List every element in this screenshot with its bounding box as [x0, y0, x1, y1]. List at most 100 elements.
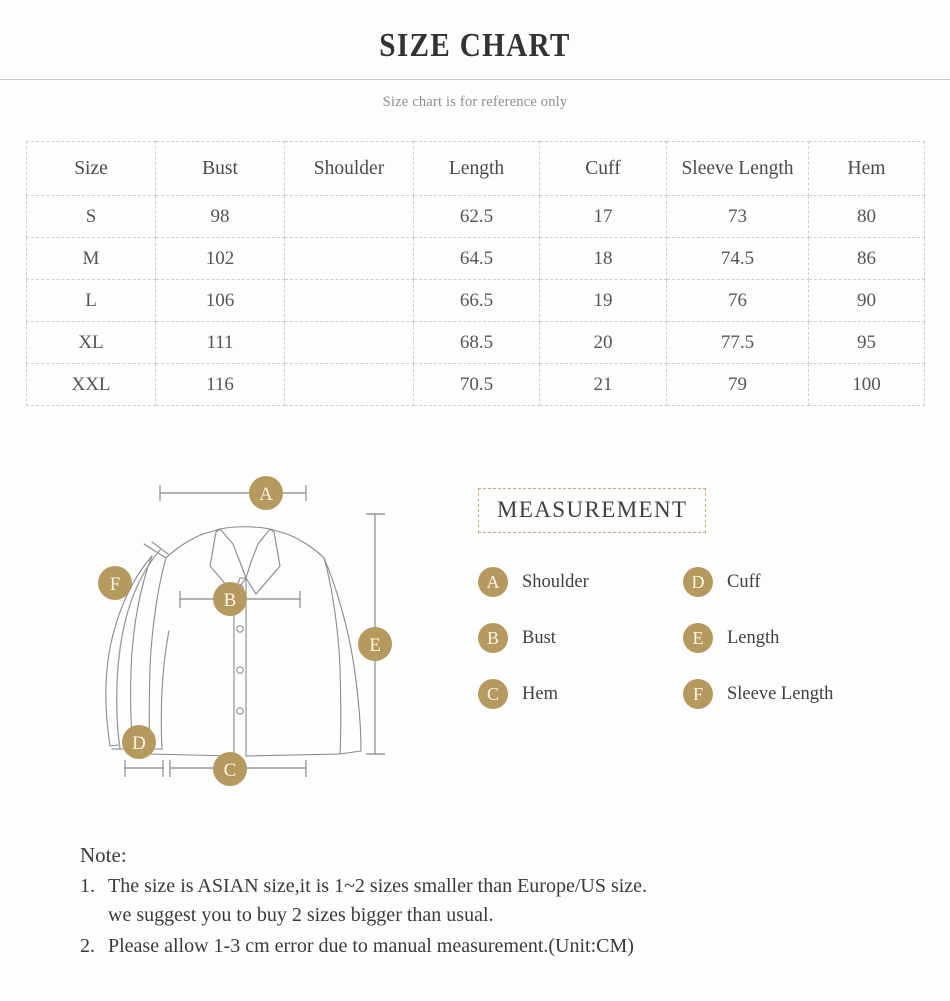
- cell-cuff: 21: [539, 363, 667, 406]
- cell-hem: 80: [808, 195, 925, 238]
- size-table: Size Bust Shoulder Length Cuff Sleeve Le…: [26, 141, 925, 406]
- cell-cuff: 20: [539, 321, 667, 364]
- legend-item-cuff: D Cuff: [683, 567, 888, 597]
- badge-f-icon: F: [683, 679, 713, 709]
- diagram-marker-c: C: [213, 752, 247, 786]
- cell-cuff: 18: [539, 237, 667, 280]
- cell-sleeve: 76: [666, 279, 809, 322]
- cell-hem: 95: [808, 321, 925, 364]
- cell-length: 64.5: [413, 237, 540, 280]
- cell-shoulder: [284, 279, 414, 322]
- legend-item-sleeve-length: F Sleeve Length: [683, 679, 888, 709]
- legend-label-sleeve-length: Sleeve Length: [727, 683, 834, 704]
- note-item-text: Please allow 1-3 cm error due to manual …: [108, 932, 940, 961]
- marker-label-f: F: [110, 574, 121, 595]
- cell-length: 66.5: [413, 279, 540, 322]
- badge-c-icon: C: [478, 679, 508, 709]
- note-item-number: 1.: [80, 875, 95, 897]
- note-heading: Note:: [80, 843, 127, 867]
- cell-size: XXL: [26, 363, 156, 406]
- diagram-marker-a: A: [249, 476, 283, 510]
- legend-items-grid: A Shoulder D Cuff B Bust E Length C Hem …: [478, 567, 898, 709]
- marker-label-d: D: [132, 733, 146, 754]
- legend-item-hem: C Hem: [478, 679, 683, 709]
- cell-hem: 86: [808, 237, 925, 280]
- diagram-marker-e: E: [358, 627, 392, 661]
- legend-item-length: E Length: [683, 623, 888, 653]
- note-item-number: 2.: [80, 935, 95, 957]
- legend-label-bust: Bust: [522, 627, 556, 648]
- cell-size: XL: [26, 321, 156, 364]
- table-row: M 102 64.5 18 74.5 86: [26, 237, 925, 280]
- cell-hem: 100: [808, 363, 925, 406]
- note-item-line1: Please allow 1-3 cm error due to manual …: [108, 935, 634, 957]
- cell-length: 70.5: [413, 363, 540, 406]
- column-header-length: Length: [413, 141, 540, 196]
- table-row: XXL 116 70.5 21 79 100: [26, 363, 925, 406]
- page-subtitle: Size chart is for reference only: [382, 94, 568, 110]
- cell-length: 68.5: [413, 321, 540, 364]
- note-item: 2. Please allow 1-3 cm error due to manu…: [80, 932, 940, 961]
- page-title: SIZE CHART: [379, 27, 571, 64]
- legend-label-shoulder: Shoulder: [522, 571, 589, 592]
- legend-label-cuff: Cuff: [727, 571, 761, 592]
- legend-label-hem: Hem: [522, 683, 558, 704]
- column-header-shoulder: Shoulder: [284, 141, 414, 196]
- table-header-row: Size Bust Shoulder Length Cuff Sleeve Le…: [26, 141, 925, 196]
- page-header: SIZE CHART Size chart is for reference o…: [0, 0, 950, 111]
- marker-label-b: B: [224, 590, 237, 611]
- shirt-diagram: A B C D E F: [70, 466, 430, 801]
- column-header-sleeve: Sleeve Length: [666, 141, 809, 196]
- table-row: L 106 66.5 19 76 90: [26, 279, 925, 322]
- cell-size: L: [26, 279, 156, 322]
- cell-bust: 111: [155, 321, 285, 364]
- title-divider: [0, 79, 950, 80]
- measurement-title: MEASUREMENT: [497, 497, 688, 522]
- note-item-line1: The size is ASIAN size,it is 1~2 sizes s…: [108, 875, 648, 897]
- cell-size: M: [26, 237, 156, 280]
- marker-label-e: E: [369, 635, 381, 656]
- cell-length: 62.5: [413, 195, 540, 238]
- badge-e-icon: E: [683, 623, 713, 653]
- cell-cuff: 19: [539, 279, 667, 322]
- column-header-bust: Bust: [155, 141, 285, 196]
- cell-bust: 98: [155, 195, 285, 238]
- cell-bust: 116: [155, 363, 285, 406]
- measurement-legend: MEASUREMENT A Shoulder D Cuff B Bust E L…: [478, 488, 898, 709]
- legend-item-bust: B Bust: [478, 623, 683, 653]
- badge-b-icon: B: [478, 623, 508, 653]
- badge-d-icon: D: [683, 567, 713, 597]
- table-row: S 98 62.5 17 73 80: [26, 195, 925, 238]
- cell-shoulder: [284, 195, 414, 238]
- column-header-hem: Hem: [808, 141, 925, 196]
- cell-sleeve: 79: [666, 363, 809, 406]
- diagram-marker-d: D: [122, 725, 156, 759]
- measurement-title-box: MEASUREMENT: [478, 488, 707, 533]
- badge-a-icon: A: [478, 567, 508, 597]
- cell-shoulder: [284, 321, 414, 364]
- cell-bust: 106: [155, 279, 285, 322]
- cell-hem: 90: [808, 279, 925, 322]
- cell-bust: 102: [155, 237, 285, 280]
- cell-sleeve: 73: [666, 195, 809, 238]
- cell-shoulder: [284, 237, 414, 280]
- diagram-marker-f: F: [98, 566, 132, 600]
- size-table-container: Size Bust Shoulder Length Cuff Sleeve Le…: [26, 141, 925, 406]
- cell-sleeve: 77.5: [666, 321, 809, 364]
- note-section: Note: 1. The size is ASIAN size,it is 1~…: [80, 840, 940, 961]
- legend-label-length: Length: [727, 627, 780, 648]
- table-row: XL 111 68.5 20 77.5 95: [26, 321, 925, 364]
- diagram-marker-b: B: [213, 582, 247, 616]
- column-header-cuff: Cuff: [539, 141, 667, 196]
- cell-cuff: 17: [539, 195, 667, 238]
- marker-label-a: A: [259, 484, 273, 505]
- cell-size: S: [26, 195, 156, 238]
- note-item-line2: we suggest you to buy 2 sizes bigger tha…: [108, 904, 494, 926]
- marker-label-c: C: [224, 760, 237, 781]
- cell-sleeve: 74.5: [666, 237, 809, 280]
- legend-item-shoulder: A Shoulder: [478, 567, 683, 597]
- cell-shoulder: [284, 363, 414, 406]
- note-item: 1. The size is ASIAN size,it is 1~2 size…: [80, 872, 940, 930]
- note-item-text: The size is ASIAN size,it is 1~2 sizes s…: [108, 872, 940, 930]
- measurement-section: A B C D E F MEASUREMENT A Shoulder D Cuf…: [0, 466, 950, 796]
